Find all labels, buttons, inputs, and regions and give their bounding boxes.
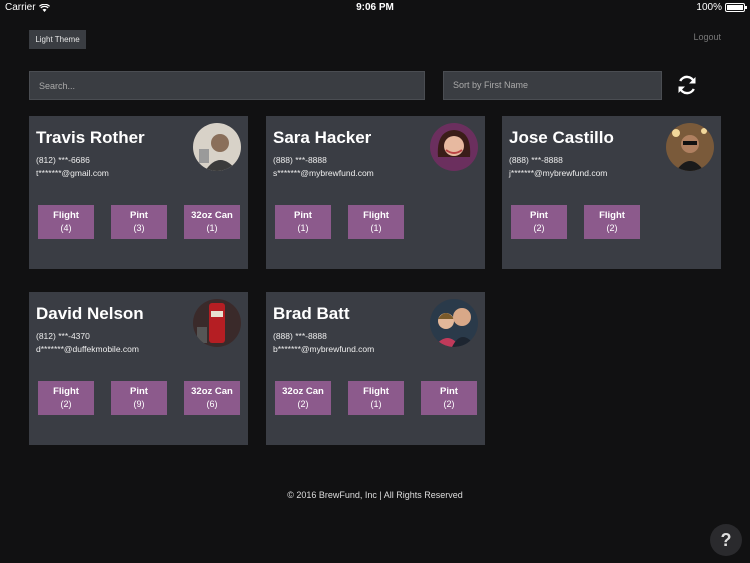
- battery-label: 100%: [696, 2, 722, 13]
- drink-label: Flight: [363, 386, 389, 397]
- battery-icon: [725, 3, 747, 12]
- drink-button-flight[interactable]: Flight (4): [38, 205, 94, 239]
- drink-button-flight[interactable]: Flight (2): [38, 381, 94, 415]
- drink-count: (1): [370, 399, 382, 409]
- drink-count: (2): [443, 399, 455, 409]
- drink-label: 32oz Can: [282, 386, 324, 397]
- drink-count: (4): [60, 223, 72, 233]
- battery-indicator: 100%: [696, 2, 747, 13]
- drink-button-pint[interactable]: Pint (3): [111, 205, 167, 239]
- customer-card[interactable]: David Nelson (812) ***-4370 d*******@duf…: [29, 292, 248, 445]
- drink-count: (2): [533, 223, 545, 233]
- customer-email: d*******@duffekmobile.com: [36, 344, 139, 354]
- customer-name: Sara Hacker: [273, 128, 372, 147]
- customer-name: David Nelson: [36, 304, 144, 323]
- customer-phone: (812) ***-6686: [36, 155, 90, 165]
- customer-email: s*******@mybrewfund.com: [273, 168, 374, 178]
- customer-card[interactable]: Jose Castillo (888) ***-8888 j*******@my…: [502, 116, 721, 269]
- drink-count: (3): [133, 223, 145, 233]
- drink-label: Pint: [130, 386, 148, 397]
- avatar: [430, 299, 478, 347]
- drink-count: (2): [606, 223, 618, 233]
- drink-button-32oz-can[interactable]: 32oz Can (2): [275, 381, 331, 415]
- search-input[interactable]: [29, 71, 425, 100]
- drink-button-flight[interactable]: Flight (2): [584, 205, 640, 239]
- avatar: [430, 123, 478, 171]
- avatar: [193, 299, 241, 347]
- drink-button-flight[interactable]: Flight (1): [348, 205, 404, 239]
- sort-select[interactable]: Sort by First Name: [443, 71, 662, 100]
- avatar: [666, 123, 714, 171]
- drink-label: Flight: [599, 210, 625, 221]
- logout-link[interactable]: Logout: [693, 32, 721, 42]
- customer-name: Jose Castillo: [509, 128, 614, 147]
- drink-button-32oz-can[interactable]: 32oz Can (1): [184, 205, 240, 239]
- customer-card[interactable]: Sara Hacker (888) ***-8888 s*******@mybr…: [266, 116, 485, 269]
- drink-label: Pint: [530, 210, 548, 221]
- drink-count: (1): [370, 223, 382, 233]
- drink-label: Pint: [294, 210, 312, 221]
- drink-label: 32oz Can: [191, 386, 233, 397]
- drink-count: (1): [206, 223, 218, 233]
- drink-count: (9): [133, 399, 145, 409]
- customer-email: b*******@mybrewfund.com: [273, 344, 375, 354]
- status-time: 9:06 PM: [356, 2, 394, 13]
- footer-copyright: © 2016 BrewFund, Inc | All Rights Reserv…: [287, 490, 463, 500]
- customer-name: Travis Rother: [36, 128, 145, 147]
- light-theme-button[interactable]: Light Theme: [29, 30, 86, 49]
- drink-label: Pint: [130, 210, 148, 221]
- customer-phone: (812) ***-4370: [36, 331, 90, 341]
- drink-button-pint[interactable]: Pint (2): [421, 381, 477, 415]
- drink-button-flight[interactable]: Flight (1): [348, 381, 404, 415]
- customer-card[interactable]: Brad Batt (888) ***-8888 b*******@mybrew…: [266, 292, 485, 445]
- customer-card[interactable]: Travis Rother (812) ***-6686 t*******@gm…: [29, 116, 248, 269]
- customer-email: j*******@mybrewfund.com: [509, 168, 608, 178]
- drink-count: (1): [297, 223, 309, 233]
- customer-phone: (888) ***-8888: [509, 155, 563, 165]
- drink-label: Pint: [440, 386, 458, 397]
- drink-label: Flight: [363, 210, 389, 221]
- drink-button-pint[interactable]: Pint (9): [111, 381, 167, 415]
- drink-button-pint[interactable]: Pint (2): [511, 205, 567, 239]
- customer-email: t*******@gmail.com: [36, 168, 109, 178]
- drink-count: (2): [297, 399, 309, 409]
- drink-button-32oz-can[interactable]: 32oz Can (6): [184, 381, 240, 415]
- help-button[interactable]: ?: [710, 524, 742, 556]
- drink-count: (6): [206, 399, 218, 409]
- status-bar: Carrier 9:06 PM 100%: [0, 0, 750, 16]
- drink-button-pint[interactable]: Pint (1): [275, 205, 331, 239]
- customer-phone: (888) ***-8888: [273, 155, 327, 165]
- drink-count: (2): [60, 399, 72, 409]
- drink-label: Flight: [53, 210, 79, 221]
- refresh-icon[interactable]: [675, 73, 699, 97]
- customer-phone: (888) ***-8888: [273, 331, 327, 341]
- question-mark-icon: ?: [720, 530, 732, 550]
- drink-label: 32oz Can: [191, 210, 233, 221]
- drink-label: Flight: [53, 386, 79, 397]
- customer-name: Brad Batt: [273, 304, 350, 323]
- avatar: [193, 123, 241, 171]
